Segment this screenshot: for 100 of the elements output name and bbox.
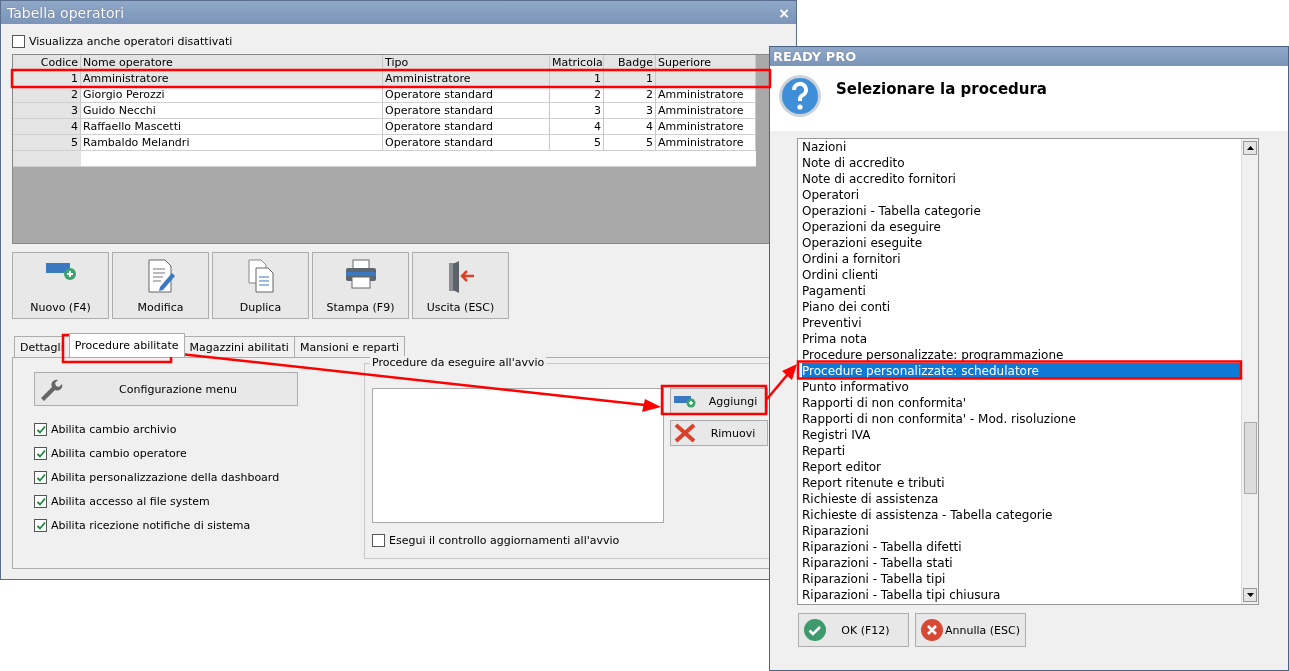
printer-icon — [344, 259, 377, 289]
table-cell: 4 — [604, 119, 656, 135]
table-cell: 1 — [604, 71, 656, 87]
list-item[interactable]: Procedure personalizzate: programmazione — [802, 347, 1241, 363]
toolbar-button[interactable]: Duplica — [212, 252, 309, 319]
table-row[interactable]: 1 Amministratore Amministratore 1 1 — [13, 71, 784, 87]
toolbar-button[interactable]: Modifica — [112, 252, 209, 319]
list-item[interactable]: Richieste di assistenza - Tabella categorie — [802, 507, 1241, 523]
table-cell: Amministratore — [81, 71, 383, 87]
down-arrow-icon[interactable] — [1246, 593, 1254, 597]
list-item[interactable]: Piano dei conti — [802, 299, 1241, 315]
list-item[interactable]: Report editor — [802, 459, 1241, 475]
remove-icon — [674, 423, 696, 443]
table-cell: 5 — [604, 135, 656, 151]
group-title: Procedure da eseguire all'avvio — [370, 356, 547, 369]
list-item[interactable]: Operatori — [802, 187, 1241, 203]
list-action-button[interactable]: Rimuovi — [670, 420, 768, 446]
checkbox[interactable] — [34, 471, 47, 484]
checkbox-label: Abilita ricezione notifiche di sistema — [51, 519, 251, 532]
list-item[interactable]: Riparazioni - Tabella stati — [802, 555, 1241, 571]
checkbox[interactable] — [372, 534, 385, 547]
question-icon — [778, 74, 822, 118]
checkbox[interactable] — [34, 495, 47, 508]
list-item[interactable]: Riparazioni — [802, 523, 1241, 539]
up-arrow-icon[interactable] — [1246, 146, 1254, 150]
list-item[interactable]: Riparazioni - Tabella tipi — [802, 571, 1241, 587]
toolbar-button[interactable]: Stampa (F9) — [312, 252, 409, 319]
table-cell: Operatore standard — [383, 135, 550, 151]
list-item[interactable]: Operazioni da eseguire — [802, 219, 1241, 235]
dialog-button[interactable]: Annulla (ESC) — [915, 613, 1026, 647]
checkbox-label: Abilita cambio operatore — [51, 447, 187, 460]
table-row[interactable]: 3 Guido Necchi Operatore standard 3 3 Amministratore — [13, 103, 784, 119]
table-cell: Amministratore — [383, 71, 550, 87]
checkbox[interactable] — [34, 423, 47, 436]
table-cell: 1 — [13, 71, 81, 87]
scrollbar[interactable] — [1241, 139, 1258, 604]
table-cell: 5 — [13, 135, 81, 151]
list-item[interactable]: Preventivi — [802, 315, 1241, 331]
list-item[interactable]: Punto informativo — [802, 379, 1241, 395]
window-title: Tabella operatori — [7, 4, 125, 21]
list-item[interactable]: Ordini clienti — [802, 267, 1241, 283]
window-title: READY PRO — [773, 49, 857, 64]
checkbox-label: Esegui il controllo aggiornamenti all'avvio — [389, 534, 620, 547]
list-item[interactable]: Note di accredito — [802, 155, 1241, 171]
table-cell: Amministratore — [656, 119, 756, 135]
list-item[interactable]: Pagamenti — [802, 283, 1241, 299]
table-cell: Amministratore — [656, 135, 756, 151]
list-item[interactable]: Riparazioni - Tabella tipi chiusura — [802, 587, 1241, 603]
list-item[interactable]: Ordini a fornitori — [802, 251, 1241, 267]
table-cell: 3 — [604, 103, 656, 119]
menu-config-button[interactable]: Configurazione menu — [34, 372, 298, 406]
tab[interactable]: Mansioni e reparti — [293, 336, 406, 357]
list-action-button[interactable]: Aggiungi — [670, 388, 768, 414]
checkbox[interactable] — [12, 35, 25, 48]
table-row[interactable]: 4 Raffaello Mascetti Operatore standard 4 4 Amministratore — [13, 119, 784, 135]
list-item[interactable]: Registri IVA — [802, 427, 1241, 443]
list-item[interactable]: Reparti — [802, 443, 1241, 459]
dialog-heading: Selezionare la procedura — [836, 80, 1047, 100]
table-cell: 3 — [550, 103, 604, 119]
annotation-arrow — [766, 364, 797, 400]
table-cell: 3 — [13, 103, 81, 119]
list-item[interactable]: Riparazioni - Tabella difetti — [802, 539, 1241, 555]
startup-list[interactable] — [372, 388, 664, 523]
checkbox-label: Visualizza anche operatori disattivati — [29, 35, 233, 48]
table-cell: 1 — [550, 71, 604, 87]
table-cell: Guido Necchi — [81, 103, 383, 119]
table-cell: Amministratore — [656, 103, 756, 119]
list-item[interactable]: Report ritenute e tributi — [802, 475, 1241, 491]
table-row[interactable]: 5 Rambaldo Melandri Operatore standard 5 5 Amministratore — [13, 135, 784, 151]
scrollbar-thumb[interactable] — [1244, 422, 1257, 494]
checkbox-label: Abilita personalizzazione della dashboard — [51, 471, 280, 484]
list-item[interactable]: Nazioni — [802, 139, 1241, 155]
table-cell: Operatore standard — [383, 119, 550, 135]
list-item[interactable]: Note di accredito fornitori — [802, 171, 1241, 187]
add-icon — [674, 394, 696, 408]
table-cell: 5 — [550, 135, 604, 151]
table-cell: Operatore standard — [383, 103, 550, 119]
procedure-list[interactable] — [797, 138, 1259, 605]
list-item[interactable]: Richieste di assistenza — [802, 491, 1241, 507]
checkbox-label: Abilita cambio archivio — [51, 423, 177, 436]
list-item[interactable]: Rapporti di non conformita' - Mod. risoluzione — [802, 411, 1241, 427]
toolbar-button[interactable]: Nuovo (F4) — [12, 252, 109, 319]
table-cell: 4 — [13, 119, 81, 135]
document-pencil-icon — [145, 259, 176, 293]
list-item[interactable]: Operazioni eseguite — [802, 235, 1241, 251]
list-item[interactable]: Prima nota — [802, 331, 1241, 347]
table-cell: Raffaello Mascetti — [81, 119, 383, 135]
list-item[interactable]: Rapporti di non conformita' — [802, 395, 1241, 411]
wrench-icon — [39, 377, 63, 401]
tab[interactable]: Procedure abilitate — [68, 333, 185, 357]
checkbox-label: Abilita accesso al file system — [51, 495, 210, 508]
checkbox[interactable] — [34, 519, 47, 532]
copy-documents-icon — [246, 259, 275, 293]
dialog-button[interactable]: OK (F12) — [798, 613, 909, 647]
toolbar-button[interactable]: Uscita (ESC) — [412, 252, 509, 319]
table-cell: 4 — [550, 119, 604, 135]
list-item[interactable]: Operazioni - Tabella categorie — [802, 203, 1241, 219]
checkbox[interactable] — [34, 447, 47, 460]
table-cell: Rambaldo Melandri — [81, 135, 383, 151]
table-row[interactable]: 2 Giorgio Perozzi Operatore standard 2 2 Amministratore — [13, 87, 784, 103]
